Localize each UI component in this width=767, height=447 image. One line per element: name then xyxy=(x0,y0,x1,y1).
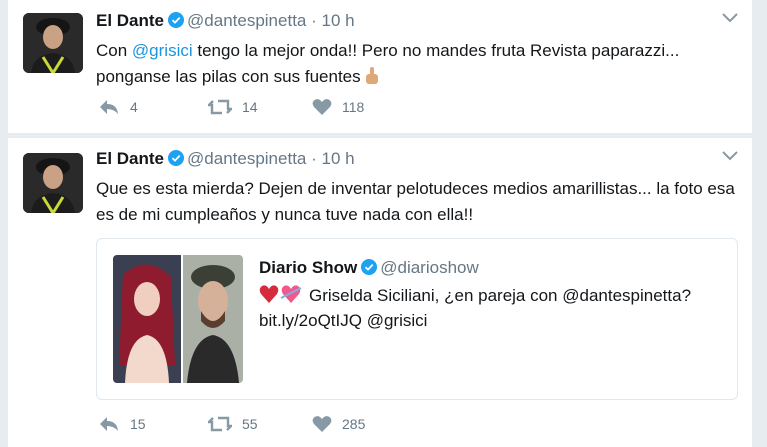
like-button[interactable]: 285 xyxy=(312,415,365,433)
quoted-tweet-text: Griselda Siciliani, ¿en pareja con @dant… xyxy=(259,283,729,333)
display-name[interactable]: El Dante xyxy=(96,11,164,30)
tweet-text: Con @grisici tengo la mejor onda!! Pero … xyxy=(96,38,736,90)
quoted-photo-woman[interactable] xyxy=(113,255,181,383)
retweet-button[interactable]: 55 xyxy=(208,415,258,433)
tweet-card[interactable]: El Dante @dantespinetta · 10 h Que es est… xyxy=(8,138,752,447)
retweet-count: 55 xyxy=(242,416,258,432)
timestamp[interactable]: 10 h xyxy=(322,149,355,168)
tweet-actions: 15 55 285 xyxy=(98,415,398,439)
mention-link[interactable]: @grisici xyxy=(132,41,193,60)
heart-icon xyxy=(312,416,332,432)
separator-dot: · xyxy=(311,11,317,30)
reply-button[interactable]: 4 xyxy=(98,98,138,116)
tweet-card[interactable]: El Dante @dantespinetta · 10 h Con @grisi… xyxy=(8,0,752,133)
chevron-down-icon[interactable] xyxy=(722,151,738,161)
reply-button[interactable]: 15 xyxy=(98,415,146,433)
tweet-actions: 4 14 118 xyxy=(98,98,398,122)
quoted-tweet[interactable]: Diario Show @diarioshow Griselda Sicilian… xyxy=(96,238,738,400)
separator-dot: · xyxy=(311,149,317,168)
avatar[interactable] xyxy=(23,13,83,73)
quoted-photo-man[interactable] xyxy=(183,255,243,383)
avatar[interactable] xyxy=(23,153,83,213)
reply-count: 4 xyxy=(130,99,138,115)
user-handle[interactable]: @dantespinetta xyxy=(187,11,306,30)
tweet-text-part: Con xyxy=(96,41,132,60)
verified-badge-icon xyxy=(168,12,185,28)
reply-icon xyxy=(100,100,118,114)
like-count: 285 xyxy=(342,416,366,432)
quoted-mention[interactable]: @grisici xyxy=(367,311,428,330)
quoted-user-handle[interactable]: @diarioshow xyxy=(380,258,479,277)
middle-finger-emoji-icon xyxy=(366,67,379,84)
retweet-count: 14 xyxy=(242,99,258,115)
retweet-button[interactable]: 14 xyxy=(208,98,258,116)
timestamp[interactable]: 10 h xyxy=(322,11,355,30)
like-count: 118 xyxy=(342,99,365,115)
verified-badge-icon xyxy=(168,150,185,166)
reply-count: 15 xyxy=(130,416,146,432)
verified-badge-icon xyxy=(361,259,378,275)
chevron-down-icon[interactable] xyxy=(722,13,738,23)
reply-icon xyxy=(100,417,118,431)
quoted-display-name[interactable]: Diario Show xyxy=(259,258,357,277)
retweet-icon xyxy=(208,99,232,115)
user-handle[interactable]: @dantespinetta xyxy=(187,149,306,168)
heart-icon xyxy=(312,99,332,115)
display-name[interactable]: El Dante xyxy=(96,149,164,168)
quoted-text-part: Griselda Siciliani, ¿en pareja con @dant… xyxy=(259,286,692,330)
retweet-icon xyxy=(208,416,232,432)
hearts-emoji-icon xyxy=(259,285,302,303)
like-button[interactable]: 118 xyxy=(312,98,364,116)
tweet-text: Que es esta mierda? Dejen de inventar pe… xyxy=(96,179,735,224)
